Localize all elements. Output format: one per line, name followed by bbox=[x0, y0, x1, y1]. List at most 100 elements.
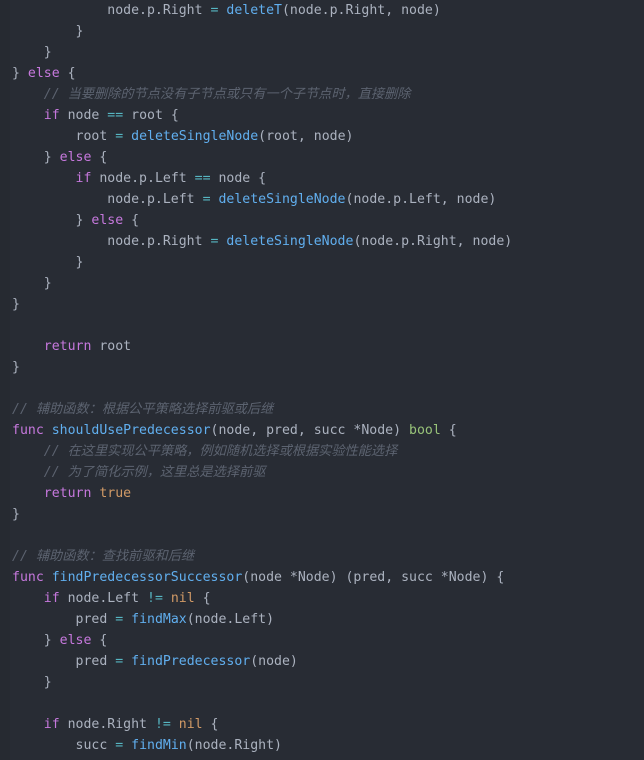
code-token-op: != bbox=[147, 591, 163, 606]
code-line[interactable]: succ = findMin(node.Right) bbox=[0, 735, 644, 756]
code-token-plain: root { bbox=[123, 108, 179, 123]
code-token-func: deleteT bbox=[226, 3, 282, 18]
code-token-plain: { bbox=[123, 213, 140, 228]
code-token-plain: } bbox=[12, 66, 28, 81]
code-line[interactable]: node.p.Right = deleteSingleNode(node.p.R… bbox=[0, 231, 644, 252]
code-line[interactable]: root = deleteSingleNode(root, node) bbox=[0, 126, 644, 147]
code-token-plain: node bbox=[59, 108, 108, 123]
code-token-plain: { bbox=[440, 423, 457, 438]
code-token-comment: // 当要删除的节点没有子节点或只有一个子节点时，直接删除 bbox=[12, 87, 411, 102]
code-line[interactable]: // 辅助函数：查找前驱和后继 bbox=[0, 546, 644, 567]
code-token-op: = bbox=[115, 129, 124, 144]
code-line[interactable]: return true bbox=[0, 483, 644, 504]
code-line[interactable]: } bbox=[0, 504, 644, 525]
code-line[interactable]: if node == root { bbox=[0, 105, 644, 126]
code-token-keyword: return bbox=[43, 339, 92, 354]
code-token-const: nil bbox=[170, 591, 195, 606]
code-line[interactable]: // 当要删除的节点没有子节点或只有一个子节点时，直接删除 bbox=[0, 84, 644, 105]
code-line[interactable]: if node.Right != nil { bbox=[0, 714, 644, 735]
code-token-plain: pred bbox=[12, 654, 116, 669]
code-line[interactable]: pred = findPredecessor(node) bbox=[0, 651, 644, 672]
code-token-plain: (node) bbox=[250, 654, 298, 669]
code-token-comment: // 在这里实现公平策略，例如随机选择或根据实验性能选择 bbox=[12, 444, 398, 459]
code-line[interactable]: } bbox=[0, 294, 644, 315]
code-token-plain: } bbox=[12, 507, 20, 522]
code-line[interactable]: } else { bbox=[0, 63, 644, 84]
code-token-plain: } bbox=[12, 24, 84, 39]
code-line[interactable]: func shouldUsePredecessor(node, pred, su… bbox=[0, 420, 644, 441]
code-token-plain: } bbox=[12, 276, 52, 291]
code-token-plain: (node.Left) bbox=[186, 612, 275, 627]
code-line[interactable] bbox=[0, 525, 644, 546]
code-token-const: true bbox=[99, 486, 132, 501]
code-token-func: findPredecessor bbox=[131, 654, 251, 669]
code-content[interactable]: node.p.Right = deleteT(node.p.Right, nod… bbox=[0, 0, 644, 756]
code-token-plain: node.Left bbox=[59, 591, 147, 606]
code-token-func: deleteSingleNode bbox=[226, 234, 354, 249]
code-line[interactable]: } else { bbox=[0, 630, 644, 651]
code-line[interactable]: // 辅助函数：根据公平策略选择前驱或后继 bbox=[0, 399, 644, 420]
code-line[interactable]: } bbox=[0, 672, 644, 693]
code-line[interactable]: func findPredecessorSuccessor(node *Node… bbox=[0, 567, 644, 588]
code-token-const: nil bbox=[178, 717, 203, 732]
code-token-comment: // 辅助函数：查找前驱和后继 bbox=[12, 549, 195, 564]
code-line[interactable]: if node.p.Left == node { bbox=[0, 168, 644, 189]
code-token-keyword: else bbox=[59, 150, 92, 165]
code-editor[interactable]: node.p.Right = deleteT(node.p.Right, nod… bbox=[0, 0, 644, 760]
code-token-op: != bbox=[154, 717, 171, 732]
code-token-plain: node { bbox=[210, 171, 267, 186]
code-line[interactable]: // 为了简化示例，这里总是选择前驱 bbox=[0, 462, 644, 483]
code-line[interactable]: node.p.Left = deleteSingleNode(node.p.Le… bbox=[0, 189, 644, 210]
code-token-plain: { bbox=[91, 633, 108, 648]
code-token-op: = bbox=[202, 192, 211, 207]
code-token-plain: { bbox=[194, 591, 211, 606]
code-token-func: deleteSingleNode bbox=[131, 129, 259, 144]
code-token-plain: (node, pred, succ *Node) bbox=[210, 423, 410, 438]
code-line[interactable]: return root bbox=[0, 336, 644, 357]
code-line[interactable]: } bbox=[0, 42, 644, 63]
code-token-plain: { bbox=[59, 66, 76, 81]
code-token-plain: } bbox=[12, 150, 60, 165]
code-token-plain: (node.p.Left, node) bbox=[345, 192, 497, 207]
code-line[interactable]: } bbox=[0, 357, 644, 378]
code-line[interactable]: } else { bbox=[0, 147, 644, 168]
code-line[interactable] bbox=[0, 693, 644, 714]
code-line[interactable]: } else { bbox=[0, 210, 644, 231]
code-token-keyword: return bbox=[43, 486, 92, 501]
code-token-func: findPredecessorSuccessor bbox=[51, 570, 243, 585]
code-line[interactable]: } bbox=[0, 21, 644, 42]
code-line[interactable]: pred = findMax(node.Left) bbox=[0, 609, 644, 630]
code-token-plain: succ bbox=[12, 738, 116, 753]
code-token-plain: } bbox=[12, 633, 60, 648]
code-token-op: == bbox=[107, 108, 124, 123]
code-token-plain: node.p.Left bbox=[12, 192, 203, 207]
code-token-func: deleteSingleNode bbox=[218, 192, 346, 207]
code-token-comment: // 为了简化示例，这里总是选择前驱 bbox=[12, 465, 266, 480]
code-line[interactable]: // 在这里实现公平策略，例如随机选择或根据实验性能选择 bbox=[0, 441, 644, 462]
code-token-plain: (node.Right) bbox=[186, 738, 282, 753]
code-token-plain: (node.p.Right, node) bbox=[281, 3, 441, 18]
code-token-plain: node.p.Right bbox=[12, 3, 211, 18]
code-line[interactable] bbox=[0, 315, 644, 336]
code-line[interactable]: } bbox=[0, 273, 644, 294]
code-token-plain: } bbox=[12, 360, 20, 375]
code-line[interactable]: node.p.Right = deleteT(node.p.Right, nod… bbox=[0, 0, 644, 21]
code-token-keyword: else bbox=[91, 213, 124, 228]
code-token-func: findMax bbox=[131, 612, 187, 627]
code-line[interactable]: } bbox=[0, 252, 644, 273]
code-token-plain: (node *Node) (pred, succ *Node) { bbox=[242, 570, 505, 585]
code-token-op: = bbox=[115, 654, 124, 669]
code-token-plain: } bbox=[12, 213, 92, 228]
code-line[interactable] bbox=[0, 378, 644, 399]
code-token-keyword: if bbox=[75, 171, 92, 186]
code-token-plain: { bbox=[91, 150, 108, 165]
code-line[interactable]: if node.Left != nil { bbox=[0, 588, 644, 609]
